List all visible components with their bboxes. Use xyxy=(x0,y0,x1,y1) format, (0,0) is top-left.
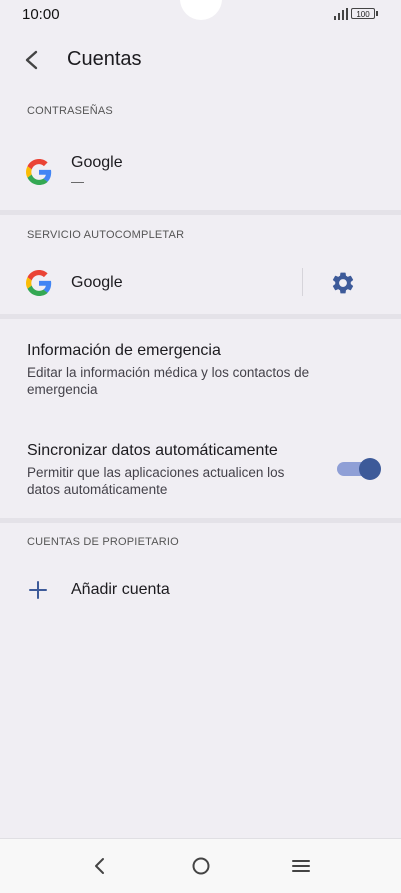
battery-icon: 100 xyxy=(351,8,375,19)
divider xyxy=(0,518,401,523)
nav-menu-icon xyxy=(292,860,310,872)
google-logo-icon xyxy=(26,159,52,185)
add-account-row[interactable]: Añadir cuenta xyxy=(0,562,401,618)
vertical-divider xyxy=(302,268,303,296)
auto-sync-subtitle: Permitir que las aplicaciones actualicen… xyxy=(27,465,285,497)
battery-level: 100 xyxy=(356,10,370,19)
signal-icon xyxy=(334,8,348,20)
back-button[interactable] xyxy=(16,44,48,76)
nav-menu-button[interactable] xyxy=(288,853,314,879)
password-google-row[interactable]: Google — xyxy=(0,140,401,206)
auto-sync-title: Sincronizar datos automáticamente xyxy=(27,442,278,459)
app-bar: Cuentas xyxy=(0,38,401,80)
password-provider-subtitle: — xyxy=(71,174,84,189)
emergency-info-title: Información de emergencia xyxy=(27,342,221,359)
system-navigation-bar xyxy=(0,838,401,893)
auto-sync-toggle[interactable] xyxy=(337,458,381,480)
nav-home-button[interactable] xyxy=(188,853,214,879)
section-header-passwords: CONTRASEÑAS xyxy=(27,105,113,117)
section-header-autofill: SERVICIO AUTOCOMPLETAR xyxy=(27,229,185,241)
nav-back-button[interactable] xyxy=(87,853,113,879)
divider xyxy=(0,314,401,319)
nav-back-icon xyxy=(95,858,104,874)
page-title: Cuentas xyxy=(67,48,142,70)
autofill-provider-title: Google xyxy=(71,274,123,291)
divider xyxy=(0,210,401,215)
section-header-owner-accounts: CUENTAS DE PROPIETARIO xyxy=(27,536,179,548)
nav-home-icon xyxy=(192,857,210,875)
add-account-label: Añadir cuenta xyxy=(71,581,170,598)
camera-notch xyxy=(180,0,222,20)
gear-icon xyxy=(332,272,354,294)
back-arrow-icon xyxy=(25,50,38,70)
google-logo-icon xyxy=(26,270,52,296)
status-bar: 10:00 100 xyxy=(0,0,401,30)
autofill-settings-button[interactable] xyxy=(330,270,356,296)
plus-icon xyxy=(29,581,47,599)
status-time: 10:00 xyxy=(22,6,60,23)
emergency-info-subtitle: Editar la información médica y los conta… xyxy=(27,365,310,397)
password-provider-title: Google xyxy=(71,154,123,171)
switch-thumb xyxy=(359,458,381,480)
emergency-info-row[interactable]: Información de emergencia Editar la info… xyxy=(0,330,401,410)
